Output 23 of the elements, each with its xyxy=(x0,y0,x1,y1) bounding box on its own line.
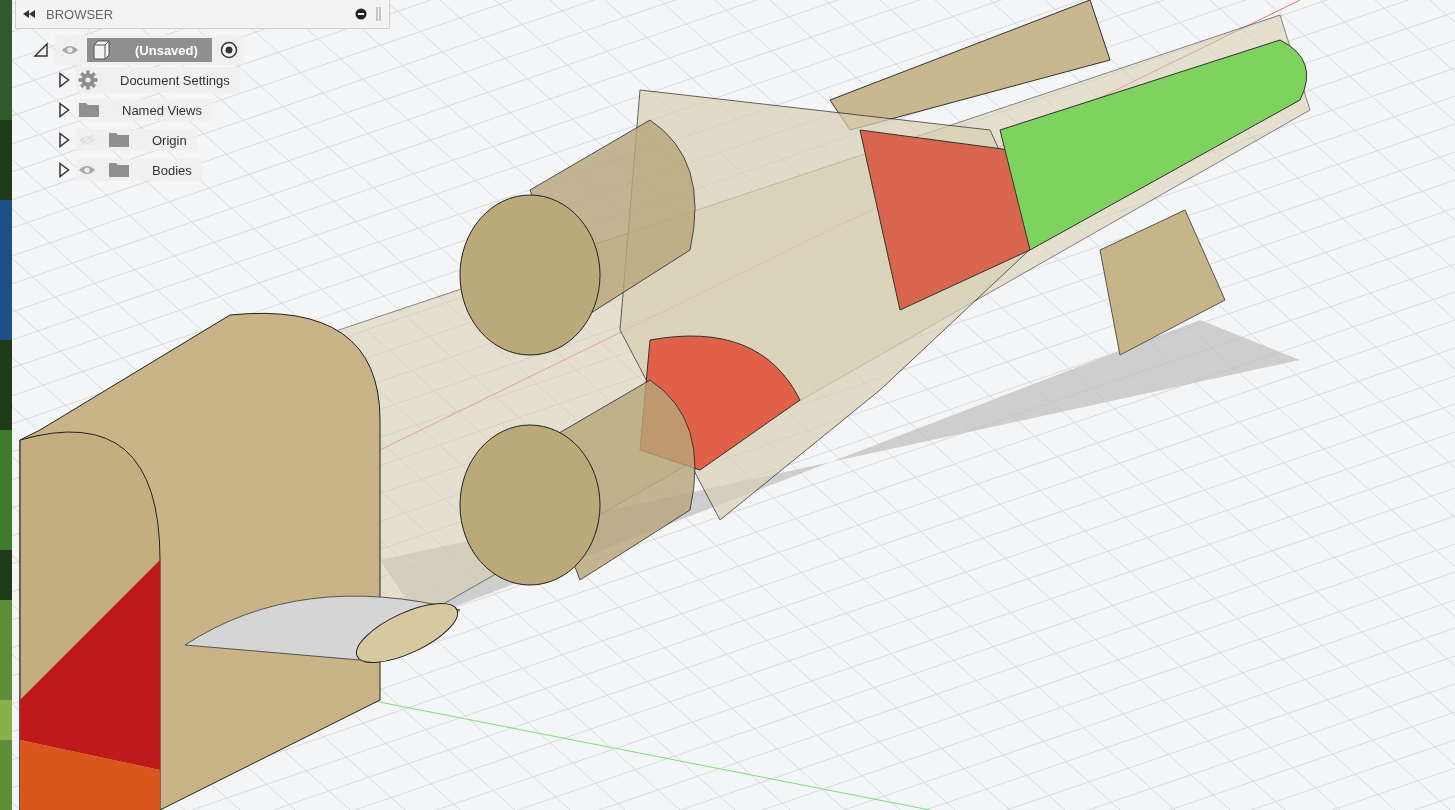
folder-icon xyxy=(108,162,130,178)
cube-icon xyxy=(91,40,111,60)
gear-icon xyxy=(78,70,98,90)
item-label: Named Views xyxy=(122,102,202,118)
folder-icon xyxy=(108,132,130,148)
collapse-panel-icon[interactable] xyxy=(22,9,36,19)
item-label: Bodies xyxy=(152,162,192,178)
collapsed-arrow-icon[interactable] xyxy=(58,102,70,118)
collapsed-arrow-icon[interactable] xyxy=(58,72,70,88)
folder-icon xyxy=(78,102,100,118)
panel-title: BROWSER xyxy=(46,6,115,22)
panel-grip-icon[interactable] xyxy=(375,6,383,22)
expanded-arrow-icon[interactable] xyxy=(33,42,49,58)
collapsed-arrow-icon[interactable] xyxy=(58,132,70,148)
browser-item[interactable]: Origin xyxy=(76,129,197,151)
item-label: Document Settings xyxy=(120,72,230,88)
activate-radio-icon[interactable] xyxy=(219,41,238,59)
browser-item[interactable]: Bodies xyxy=(76,159,202,181)
item-label: Origin xyxy=(152,132,187,148)
collapsed-arrow-icon[interactable] xyxy=(58,162,70,178)
browser-item[interactable]: Document Settings xyxy=(76,67,240,93)
minimize-icon[interactable] xyxy=(355,8,367,20)
browser-item[interactable]: Named Views xyxy=(76,99,212,121)
